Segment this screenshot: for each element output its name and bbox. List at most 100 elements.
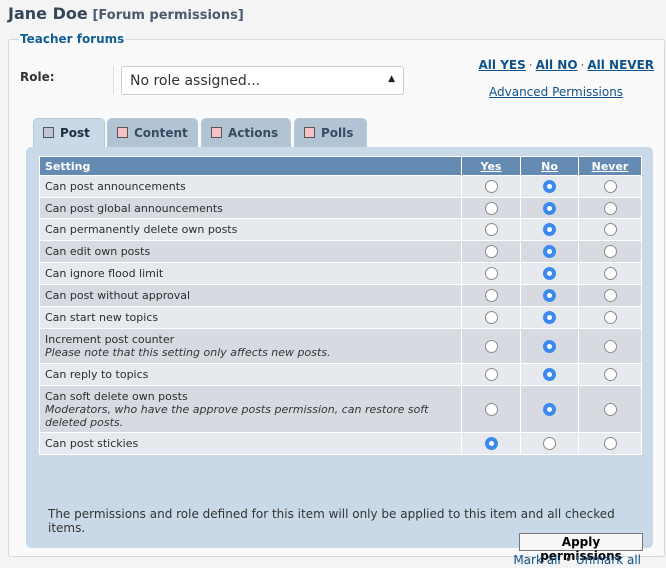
radio-no[interactable] <box>543 289 556 303</box>
radio-yes[interactable] <box>484 339 498 353</box>
tab-post[interactable]: Post <box>33 118 105 150</box>
radio-yes[interactable] <box>484 223 498 237</box>
role-select-value: No role assigned... <box>130 73 261 89</box>
table-row: Can permanently delete own posts <box>39 218 642 241</box>
radio-cell-yes <box>461 284 521 307</box>
tab-content[interactable]: Content <box>107 118 198 148</box>
radio-never[interactable] <box>603 437 617 451</box>
setting-label: Can edit own posts <box>45 245 151 258</box>
setting-cell: Can soft delete own posts Moderators, who… <box>39 385 462 433</box>
table-row: Can reply to topics <box>39 363 642 386</box>
radio-never[interactable] <box>603 180 617 194</box>
radio-no[interactable] <box>543 201 556 215</box>
forum-fieldset: Teacher forums Role: No role assigned...… <box>8 32 665 567</box>
tab-swatch-icon <box>304 127 315 138</box>
setting-label: Can post without approval <box>45 289 191 302</box>
setting-note: Please note that this setting only affec… <box>45 346 331 359</box>
radio-never[interactable] <box>603 402 617 416</box>
radio-cell-yes <box>461 385 521 433</box>
unmark-all-link[interactable]: Unmark all <box>576 553 641 567</box>
radio-never[interactable] <box>603 245 617 259</box>
setting-label: Can post stickies <box>45 437 139 450</box>
chevron-down-icon: ▲︎ <box>388 74 395 84</box>
radio-never[interactable] <box>603 311 617 325</box>
user-name: Jane Doe <box>8 4 88 23</box>
radio-yes[interactable] <box>484 180 498 194</box>
radio-no[interactable] <box>543 402 556 416</box>
setting-cell: Can post stickies <box>39 432 462 455</box>
radio-yes[interactable] <box>484 368 498 382</box>
radio-no[interactable] <box>543 311 556 325</box>
permissions-panel: Setting Yes No Never Can post announceme… <box>26 147 653 567</box>
advanced-permissions-link[interactable]: Advanced Permissions <box>489 85 623 99</box>
radio-yes[interactable] <box>484 201 498 215</box>
table-row: Can soft delete own posts Moderators, who… <box>39 385 642 433</box>
tab-label: Post <box>60 126 90 140</box>
radio-cell-yes <box>461 197 521 219</box>
tab-polls[interactable]: Polls <box>294 118 367 148</box>
radio-cell-yes <box>461 218 521 241</box>
radio-cell-never <box>578 197 642 219</box>
table-row: Can edit own posts <box>39 240 642 263</box>
all-yes-link[interactable]: All YES <box>479 58 526 72</box>
radio-cell-never <box>578 306 642 329</box>
radio-cell-never <box>578 218 642 241</box>
setting-label: Can permanently delete own posts <box>45 223 238 236</box>
radio-yes[interactable] <box>484 245 498 259</box>
radio-yes[interactable] <box>484 311 498 325</box>
column-header-yes[interactable]: Yes <box>461 156 521 176</box>
radio-no[interactable] <box>543 437 556 451</box>
column-header-no[interactable]: No <box>520 156 579 176</box>
tab-label: Content <box>134 126 188 140</box>
radio-cell-no <box>520 262 579 285</box>
setting-cell: Can post without approval <box>39 284 462 307</box>
radio-no[interactable] <box>543 245 556 259</box>
radio-cell-never <box>578 385 642 433</box>
tab-actions[interactable]: Actions <box>201 118 291 148</box>
radio-never[interactable] <box>603 368 617 382</box>
apply-permissions-button[interactable]: Apply permissions <box>519 533 643 563</box>
all-never-link[interactable]: All NEVER <box>587 58 654 72</box>
tab-swatch-icon <box>211 127 222 138</box>
setting-cell: Can post announcements <box>39 175 462 198</box>
setting-cell: Can start new topics <box>39 306 462 329</box>
radio-cell-never <box>578 328 642 364</box>
tab-swatch-icon <box>43 127 54 138</box>
radio-never[interactable] <box>603 267 617 281</box>
setting-cell: Can reply to topics <box>39 363 462 386</box>
role-select[interactable]: No role assigned... ▲︎ <box>121 66 404 95</box>
radio-cell-no <box>520 385 579 433</box>
radio-cell-no <box>520 175 579 198</box>
radio-cell-yes <box>461 432 521 455</box>
role-label: Role: <box>20 70 55 84</box>
radio-yes[interactable] <box>484 289 498 303</box>
tab-label: Actions <box>228 126 279 140</box>
mark-all-link[interactable]: Mark all <box>513 553 560 567</box>
radio-no[interactable] <box>543 339 556 353</box>
mark-links: Mark all • Unmark all <box>513 553 641 567</box>
radio-yes[interactable] <box>484 437 498 451</box>
page-subtitle: [Forum permissions] <box>92 8 244 23</box>
setting-cell: Can ignore flood limit <box>39 262 462 285</box>
radio-cell-yes <box>461 175 521 198</box>
all-no-link[interactable]: All NO <box>536 58 578 72</box>
radio-never[interactable] <box>603 201 617 215</box>
radio-cell-no <box>520 284 579 307</box>
radio-no[interactable] <box>543 267 556 281</box>
radio-never[interactable] <box>603 289 617 303</box>
tab-label: Polls <box>321 126 354 140</box>
radio-no[interactable] <box>543 368 556 382</box>
radio-no[interactable] <box>543 180 556 194</box>
radio-never[interactable] <box>603 223 617 237</box>
radio-yes[interactable] <box>484 402 498 416</box>
radio-never[interactable] <box>603 339 617 353</box>
radio-cell-no <box>520 197 579 219</box>
table-row: Can post global announcements <box>39 197 642 219</box>
radio-no[interactable] <box>543 223 556 237</box>
footer-note: The permissions and role defined for thi… <box>48 507 615 535</box>
radio-cell-yes <box>461 240 521 263</box>
quick-set-links: All YES · All NO · All NEVER <box>479 58 654 72</box>
radio-yes[interactable] <box>484 267 498 281</box>
setting-label: Can post global announcements <box>45 201 223 215</box>
column-header-never[interactable]: Never <box>578 156 642 176</box>
